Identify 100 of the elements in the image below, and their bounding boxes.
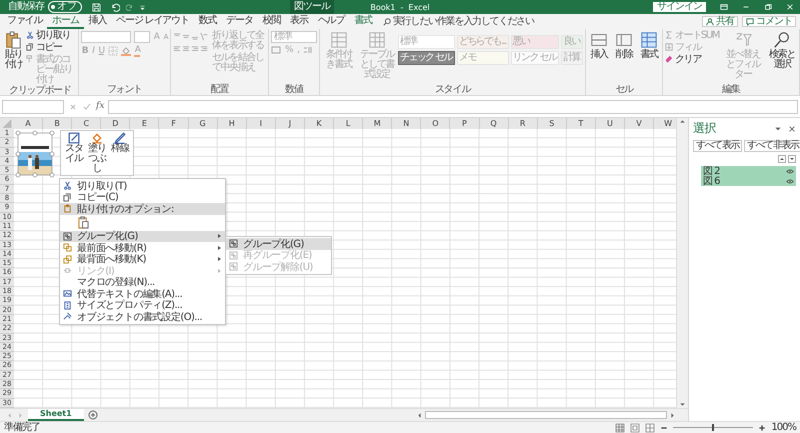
column-header[interactable]: V (624, 118, 654, 129)
mini-toolbar-button[interactable]: 枠線 (109, 132, 131, 174)
ribbon-tab[interactable]: 書式 (349, 14, 377, 29)
paste-option-icon[interactable] (78, 216, 89, 229)
add-sheet-icon[interactable] (88, 410, 98, 420)
eye-icon[interactable] (786, 178, 794, 184)
format-button[interactable]: 書式 (638, 31, 660, 60)
formula-field[interactable] (108, 100, 798, 114)
close-icon[interactable] (788, 124, 796, 132)
ribbon-tab[interactable]: ホーム (47, 14, 84, 29)
copy-button[interactable]: コピー (26, 43, 76, 53)
sign-in-button[interactable]: サインイン (653, 2, 706, 12)
mini-toolbar-button[interactable]: 塗りつぶし (86, 132, 108, 174)
undo-icon[interactable] (111, 2, 120, 12)
shape-list-item[interactable]: 図 2 (701, 166, 796, 176)
ribbon-tab[interactable]: 校閲 (258, 14, 286, 29)
scissors-icon (26, 31, 34, 39)
save-icon[interactable] (92, 2, 101, 12)
show-all-button[interactable]: すべて表示 (693, 140, 742, 152)
column-header[interactable]: P (450, 118, 480, 129)
group-label: セル (615, 84, 633, 95)
menu-item[interactable]: オブジェクトの書式設定(O)... (60, 311, 225, 322)
menu-item[interactable]: 最前面へ移動(R) (60, 242, 225, 254)
restore-icon[interactable] (764, 3, 772, 11)
column-header[interactable]: Q (480, 118, 509, 129)
column-header[interactable]: M (363, 118, 392, 129)
speech-bubble-icon (746, 18, 754, 26)
mini-toolbar-button[interactable]: スタイル (63, 132, 85, 174)
move-up-icon[interactable] (778, 155, 786, 163)
clear-button[interactable]: クリア (665, 55, 719, 65)
column-header[interactable]: G (188, 118, 218, 129)
ribbon-tab[interactable]: データ (221, 14, 258, 29)
column-header[interactable]: W (654, 118, 676, 129)
font-name-field[interactable] (80, 31, 131, 43)
font-size-field[interactable] (134, 31, 150, 43)
column-header[interactable]: I (246, 118, 276, 129)
menu-item[interactable]: グループ化(G) (226, 238, 331, 250)
dropdown-icon[interactable] (774, 124, 782, 132)
ribbon-tab[interactable]: 挿入 (84, 14, 112, 29)
ribbon-tab[interactable]: 表示 (285, 14, 313, 29)
ribbon-tab[interactable]: ファイル (2, 14, 48, 29)
column-header[interactable]: J (276, 118, 305, 129)
redo-icon[interactable] (126, 2, 133, 12)
delete-button[interactable]: 削除 (613, 31, 636, 60)
column-header[interactable]: H (218, 118, 247, 129)
menu-item[interactable]: サイズとプロパティ(Z)... (60, 300, 225, 311)
zoom-in-icon[interactable] (758, 424, 766, 432)
share-button[interactable]: 共有 (702, 16, 738, 27)
paste-button[interactable]: 貼り付け (4, 31, 23, 70)
insert-button[interactable]: 挿入 (588, 31, 610, 60)
menu-item[interactable]: グループ化(G) (60, 230, 225, 242)
cut-button[interactable]: 切り取り (26, 31, 76, 41)
menu-item[interactable]: 切り取り(T) (60, 180, 225, 192)
cancel-icon (68, 102, 78, 112)
column-header[interactable]: N (392, 118, 422, 129)
table-grid-icon (590, 31, 608, 49)
column-header[interactable]: F (159, 118, 189, 129)
column-header[interactable]: S (538, 118, 567, 129)
comments-button[interactable]: コメント (742, 16, 796, 27)
insert-function-button[interactable]: fx (96, 102, 104, 112)
shape-list-item[interactable]: 図 6 (701, 176, 796, 186)
ribbon-tab[interactable]: ページ レイアウト (111, 14, 194, 29)
column-header[interactable]: T (566, 118, 596, 129)
selection-frame[interactable] (13, 128, 57, 180)
group-label: 編集 (722, 84, 740, 95)
page-break-icon[interactable] (645, 422, 656, 432)
status-text: 準備完了 (4, 422, 40, 432)
sheet-tab[interactable]: Sheet1 (28, 409, 84, 421)
scroll-up-icon[interactable] (679, 118, 686, 125)
search-field[interactable]: 実行したい作業を入力してください (390, 15, 565, 28)
column-header[interactable]: C (72, 118, 102, 129)
scroll-left-icon[interactable] (416, 412, 423, 418)
vertical-scrollbar[interactable] (676, 118, 688, 408)
column-header[interactable]: A (14, 118, 44, 129)
zoom-slider-thumb[interactable] (712, 424, 714, 431)
ribbon-display-icon[interactable] (720, 3, 728, 11)
column-header[interactable]: K (304, 118, 334, 129)
hide-all-button[interactable]: すべて非表示 (744, 140, 800, 152)
move-down-icon[interactable] (788, 155, 796, 163)
ribbon-tab[interactable]: 数式 (194, 14, 222, 29)
menu-item[interactable]: 最背面へ移動(K) (60, 254, 225, 265)
column-header[interactable]: O (421, 118, 450, 129)
checkmark-icon (82, 102, 92, 112)
eye-icon[interactable] (786, 168, 794, 174)
column-header[interactable]: L (334, 118, 364, 129)
scroll-right-icon[interactable] (669, 412, 676, 418)
autosave-toggle[interactable]: オフ (48, 1, 82, 13)
table-grid-icon (615, 31, 634, 49)
column-header[interactable]: D (101, 118, 130, 129)
menu-item[interactable]: 代替テキストの編集(A)... (60, 288, 225, 300)
column-header[interactable]: E (130, 118, 160, 129)
find-select-button[interactable]: 検索と選択 (767, 31, 797, 70)
paintbrush-icon (26, 55, 34, 63)
ribbon-tab[interactable]: ヘルプ (312, 14, 350, 29)
normal-view-icon[interactable] (615, 422, 626, 432)
column-header[interactable]: U (596, 118, 625, 129)
menu-item[interactable]: コピー(C) (60, 192, 225, 203)
column-header[interactable]: R (508, 118, 538, 129)
column-header[interactable]: B (43, 118, 72, 129)
menu-item[interactable]: マクロの登録(N)... (60, 276, 225, 288)
